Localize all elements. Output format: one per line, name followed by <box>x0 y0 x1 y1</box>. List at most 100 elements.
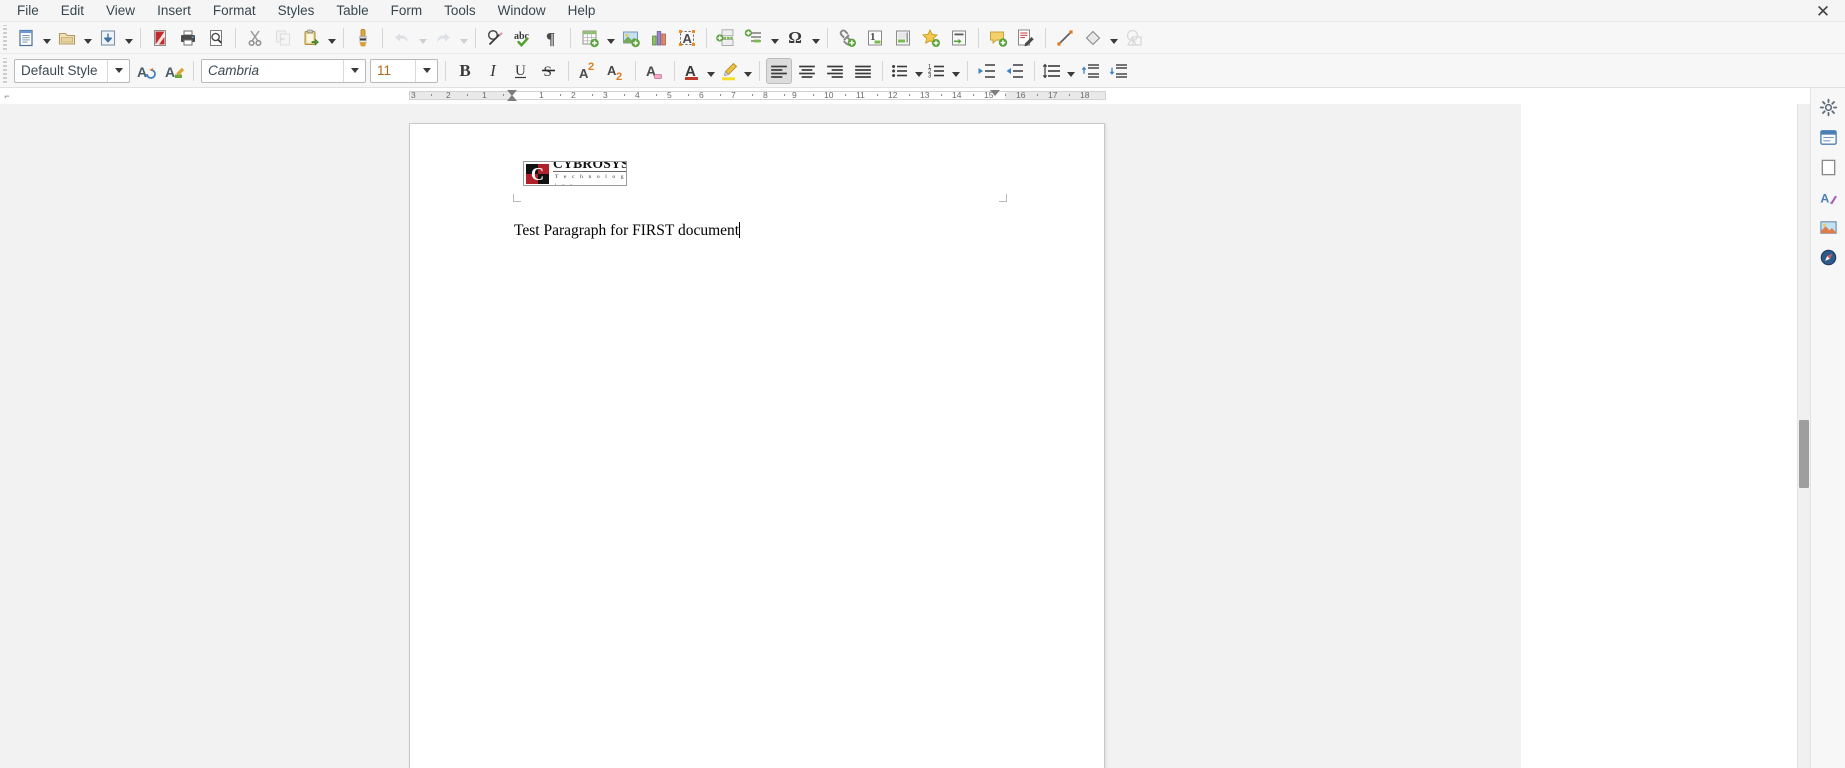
open-folder-icon[interactable] <box>54 25 80 51</box>
export-pdf-icon[interactable] <box>147 25 173 51</box>
decrease-indent-icon[interactable] <box>1002 58 1028 84</box>
insert-table-dropdown-icon[interactable] <box>604 25 617 51</box>
unordered-list-icon[interactable] <box>889 58 911 84</box>
show-draw-functions-icon[interactable] <box>1121 25 1147 51</box>
insert-chart-icon[interactable] <box>646 25 672 51</box>
ordered-list-icon[interactable]: 123 <box>926 58 948 84</box>
cybrosys-logo-image[interactable]: C CYBROSYS ™ T e c h n o l o g i e s <box>523 161 627 186</box>
formatting-toolbar-drag-handle[interactable] <box>1 57 10 84</box>
insert-cross-reference-icon[interactable] <box>946 25 972 51</box>
insert-page-break-icon[interactable] <box>713 25 739 51</box>
menu-tools[interactable]: Tools <box>433 0 487 22</box>
right-indent-marker[interactable] <box>990 90 1000 96</box>
left-indent-marker[interactable] <box>507 95 517 101</box>
font-size-dropdown-icon[interactable] <box>415 59 437 82</box>
font-color-dropdown-icon[interactable] <box>704 58 717 84</box>
redo-arrow-icon[interactable] <box>430 25 456 51</box>
underline-button[interactable]: U <box>508 58 534 84</box>
paste-clipboard-icon[interactable] <box>298 25 324 51</box>
vertical-scrollbar[interactable] <box>1797 104 1810 768</box>
document-page[interactable]: C CYBROSYS ™ T e c h n o l o g i e s Tes… <box>409 123 1105 768</box>
line-spacing-icon[interactable] <box>1041 58 1063 84</box>
cut-scissors-icon[interactable] <box>242 25 268 51</box>
menu-format[interactable]: Format <box>202 0 267 22</box>
sidebar-gallery-icon[interactable] <box>1815 214 1842 241</box>
paragraph-style-value[interactable]: Default Style <box>15 60 107 82</box>
find-replace-icon[interactable] <box>482 25 508 51</box>
new-document-icon[interactable] <box>13 25 39 51</box>
document-canvas[interactable]: C CYBROSYS ™ T e c h n o l o g i e s Tes… <box>0 104 1521 768</box>
insert-text-box-icon[interactable]: A <box>674 25 700 51</box>
unordered-list-dropdown-icon[interactable] <box>912 58 925 84</box>
special-character-dropdown-icon[interactable] <box>809 25 822 51</box>
vertical-scrollbar-thumb[interactable] <box>1799 420 1809 488</box>
menu-help[interactable]: Help <box>557 0 607 22</box>
insert-image-icon[interactable] <box>618 25 644 51</box>
menu-styles[interactable]: Styles <box>267 0 326 22</box>
increase-paragraph-spacing-icon[interactable] <box>1078 58 1104 84</box>
sidebar-page-icon[interactable] <box>1815 154 1842 181</box>
menu-form[interactable]: Form <box>380 0 434 22</box>
insert-bookmark-star-icon[interactable] <box>918 25 944 51</box>
update-selected-style-icon[interactable]: A <box>133 58 159 84</box>
print-icon[interactable] <box>175 25 201 51</box>
insert-field-dropdown-icon[interactable] <box>768 25 781 51</box>
font-name-combo[interactable]: Cambria <box>201 58 366 83</box>
align-left-icon[interactable] <box>766 57 792 84</box>
toolbar-drag-handle[interactable] <box>1 24 10 51</box>
align-justified-icon[interactable] <box>850 58 876 84</box>
horizontal-ruler[interactable]: 3 2 1 1 2 3 4 5 6 7 8 9 10 11 12 13 14 1… <box>409 89 1106 102</box>
clear-direct-formatting-icon[interactable]: A <box>642 58 668 84</box>
copy-icon[interactable] <box>270 25 296 51</box>
bold-button[interactable]: B <box>452 58 478 84</box>
menu-insert[interactable]: Insert <box>146 0 202 22</box>
superscript-icon[interactable]: A 2 <box>575 58 601 84</box>
font-name-dropdown-icon[interactable] <box>343 59 365 82</box>
font-color-icon[interactable]: A <box>681 58 703 84</box>
new-style-from-selection-icon[interactable]: A <box>161 58 187 84</box>
italic-button[interactable]: I <box>480 58 506 84</box>
sidebar-styles-icon[interactable]: A <box>1815 184 1842 211</box>
redo-dropdown-icon[interactable] <box>457 25 470 51</box>
spelling-check-icon[interactable]: abc <box>510 25 536 51</box>
line-spacing-dropdown-icon[interactable] <box>1064 58 1077 84</box>
new-document-dropdown-icon[interactable] <box>40 25 53 51</box>
ordered-list-dropdown-icon[interactable] <box>949 58 962 84</box>
font-size-value[interactable]: 11 <box>371 60 415 82</box>
close-icon[interactable]: ✕ <box>1809 0 1837 22</box>
menu-table[interactable]: Table <box>325 0 379 22</box>
font-name-value[interactable]: Cambria <box>202 60 343 82</box>
menu-edit[interactable]: Edit <box>50 0 95 22</box>
save-dropdown-icon[interactable] <box>122 25 135 51</box>
save-icon[interactable] <box>95 25 121 51</box>
track-changes-icon[interactable] <box>1013 25 1039 51</box>
basic-shapes-dropdown-icon[interactable] <box>1107 25 1120 51</box>
insert-table-icon[interactable] <box>577 25 603 51</box>
paragraph-style-dropdown-icon[interactable] <box>107 59 129 82</box>
decrease-paragraph-spacing-icon[interactable] <box>1106 58 1132 84</box>
menu-window[interactable]: Window <box>487 0 557 22</box>
align-center-icon[interactable] <box>794 58 820 84</box>
sidebar-properties-icon[interactable] <box>1815 124 1842 151</box>
insert-comment-icon[interactable] <box>985 25 1011 51</box>
open-dropdown-icon[interactable] <box>81 25 94 51</box>
undo-dropdown-icon[interactable] <box>416 25 429 51</box>
increase-indent-icon[interactable] <box>974 58 1000 84</box>
undo-arrow-icon[interactable] <box>389 25 415 51</box>
insert-endnote-icon[interactable] <box>890 25 916 51</box>
insert-hyperlink-icon[interactable] <box>834 25 860 51</box>
menu-file[interactable]: File <box>6 0 50 22</box>
highlighting-color-icon[interactable] <box>718 58 740 84</box>
formatting-marks-pilcrow-icon[interactable]: ¶ <box>538 25 564 51</box>
print-preview-icon[interactable] <box>203 25 229 51</box>
document-paragraph[interactable]: Test Paragraph for FIRST document <box>514 222 741 240</box>
sidebar-navigator-icon[interactable] <box>1815 244 1842 271</box>
special-character-omega-icon[interactable]: Ω <box>782 25 808 51</box>
menu-view[interactable]: View <box>95 0 146 22</box>
paste-dropdown-icon[interactable] <box>325 25 338 51</box>
insert-line-icon[interactable] <box>1052 25 1078 51</box>
sidebar-settings-icon[interactable] <box>1815 94 1842 121</box>
font-size-combo[interactable]: 11 <box>370 58 438 83</box>
subscript-icon[interactable]: A 2 <box>603 58 629 84</box>
basic-shapes-icon[interactable] <box>1080 25 1106 51</box>
